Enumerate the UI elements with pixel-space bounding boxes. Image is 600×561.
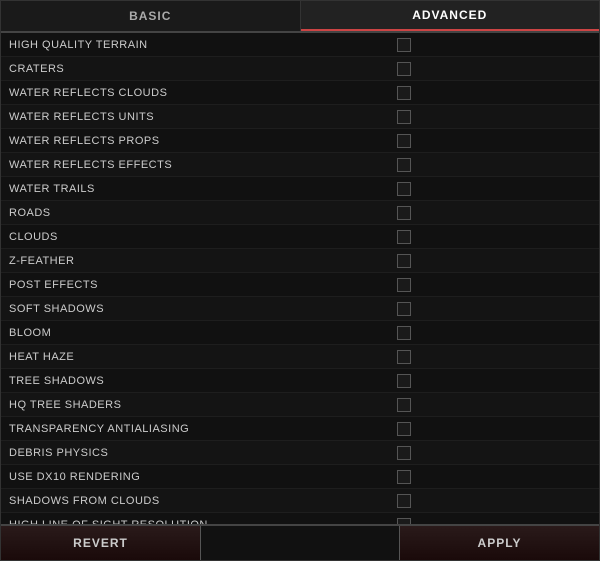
setting-label: HIGH QUALITY TERRAIN: [9, 39, 397, 51]
footer: REVERT APPLY: [1, 524, 599, 560]
table-row: WATER REFLECTS UNITS: [1, 105, 599, 129]
setting-checkbox-tree-shadows[interactable]: [397, 374, 411, 388]
table-row: HIGH QUALITY TERRAIN: [1, 33, 599, 57]
setting-checkbox-post-effects[interactable]: [397, 278, 411, 292]
table-row: POST EFFECTS: [1, 273, 599, 297]
apply-button[interactable]: APPLY: [399, 526, 599, 560]
content-area: HIGH QUALITY TERRAIN CRATERS WATER REFLECT…: [1, 33, 599, 524]
table-row: USE DX10 RENDERING: [1, 465, 599, 489]
tab-advanced[interactable]: ADVANCED: [301, 1, 600, 31]
setting-label: TREE SHADOWS: [9, 375, 397, 387]
table-row: TRANSPARENCY ANTIALIASING: [1, 417, 599, 441]
setting-label: WATER REFLECTS UNITS: [9, 111, 397, 123]
setting-label: SOFT SHADOWS: [9, 303, 397, 315]
setting-label: TRANSPARENCY ANTIALIASING: [9, 423, 397, 435]
table-row: WATER REFLECTS EFFECTS: [1, 153, 599, 177]
table-row: HQ TREE SHADERS: [1, 393, 599, 417]
table-row: BLOOM: [1, 321, 599, 345]
setting-checkbox-shadows-from-clouds[interactable]: [397, 494, 411, 508]
setting-label: CRATERS: [9, 63, 397, 75]
setting-label: WATER REFLECTS CLOUDS: [9, 87, 397, 99]
setting-checkbox-z-feather[interactable]: [397, 254, 411, 268]
setting-label: HQ TREE SHADERS: [9, 399, 397, 411]
table-row: TREE SHADOWS: [1, 369, 599, 393]
tab-bar: BASIC ADVANCED: [1, 1, 599, 33]
tab-basic[interactable]: BASIC: [1, 1, 301, 31]
revert-button[interactable]: REVERT: [1, 526, 201, 560]
setting-checkbox-water-reflects-clouds[interactable]: [397, 86, 411, 100]
setting-label: WATER REFLECTS EFFECTS: [9, 159, 397, 171]
setting-checkbox-roads[interactable]: [397, 206, 411, 220]
table-row: WATER TRAILS: [1, 177, 599, 201]
setting-label: HEAT HAZE: [9, 351, 397, 363]
setting-checkbox-high-quality-terrain[interactable]: [397, 38, 411, 52]
setting-label: SHADOWS FROM CLOUDS: [9, 495, 397, 507]
setting-checkbox-transparency-antialiasing[interactable]: [397, 422, 411, 436]
footer-spacer: [201, 526, 399, 560]
setting-checkbox-hq-tree-shaders[interactable]: [397, 398, 411, 412]
setting-checkbox-heat-haze[interactable]: [397, 350, 411, 364]
table-row: CRATERS: [1, 57, 599, 81]
setting-label: WATER TRAILS: [9, 183, 397, 195]
setting-checkbox-clouds[interactable]: [397, 230, 411, 244]
setting-label: POST EFFECTS: [9, 279, 397, 291]
setting-checkbox-debris-physics[interactable]: [397, 446, 411, 460]
setting-label: CLOUDS: [9, 231, 397, 243]
setting-checkbox-use-dx10-rendering[interactable]: [397, 470, 411, 484]
table-row: WATER REFLECTS CLOUDS: [1, 81, 599, 105]
setting-checkbox-craters[interactable]: [397, 62, 411, 76]
table-row: ROADS: [1, 201, 599, 225]
settings-list: HIGH QUALITY TERRAIN CRATERS WATER REFLECT…: [1, 33, 599, 524]
setting-label: ROADS: [9, 207, 397, 219]
setting-label: BLOOM: [9, 327, 397, 339]
settings-window: BASIC ADVANCED HIGH QUALITY TERRAIN CRATE…: [0, 0, 600, 561]
table-row: SHADOWS FROM CLOUDS: [1, 489, 599, 513]
setting-label: WATER REFLECTS PROPS: [9, 135, 397, 147]
setting-label: DEBRIS PHYSICS: [9, 447, 397, 459]
table-row: CLOUDS: [1, 225, 599, 249]
table-row: DEBRIS PHYSICS: [1, 441, 599, 465]
setting-checkbox-soft-shadows[interactable]: [397, 302, 411, 316]
table-row: SOFT SHADOWS: [1, 297, 599, 321]
table-row: HEAT HAZE: [1, 345, 599, 369]
setting-label: USE DX10 RENDERING: [9, 471, 397, 483]
setting-checkbox-water-reflects-props[interactable]: [397, 134, 411, 148]
table-row: HIGH LINE OF SIGHT RESOLUTION: [1, 513, 599, 524]
setting-checkbox-water-reflects-effects[interactable]: [397, 158, 411, 172]
table-row: WATER REFLECTS PROPS: [1, 129, 599, 153]
setting-checkbox-water-trails[interactable]: [397, 182, 411, 196]
setting-label: Z-FEATHER: [9, 255, 397, 267]
table-row: Z-FEATHER: [1, 249, 599, 273]
setting-checkbox-water-reflects-units[interactable]: [397, 110, 411, 124]
setting-checkbox-bloom[interactable]: [397, 326, 411, 340]
